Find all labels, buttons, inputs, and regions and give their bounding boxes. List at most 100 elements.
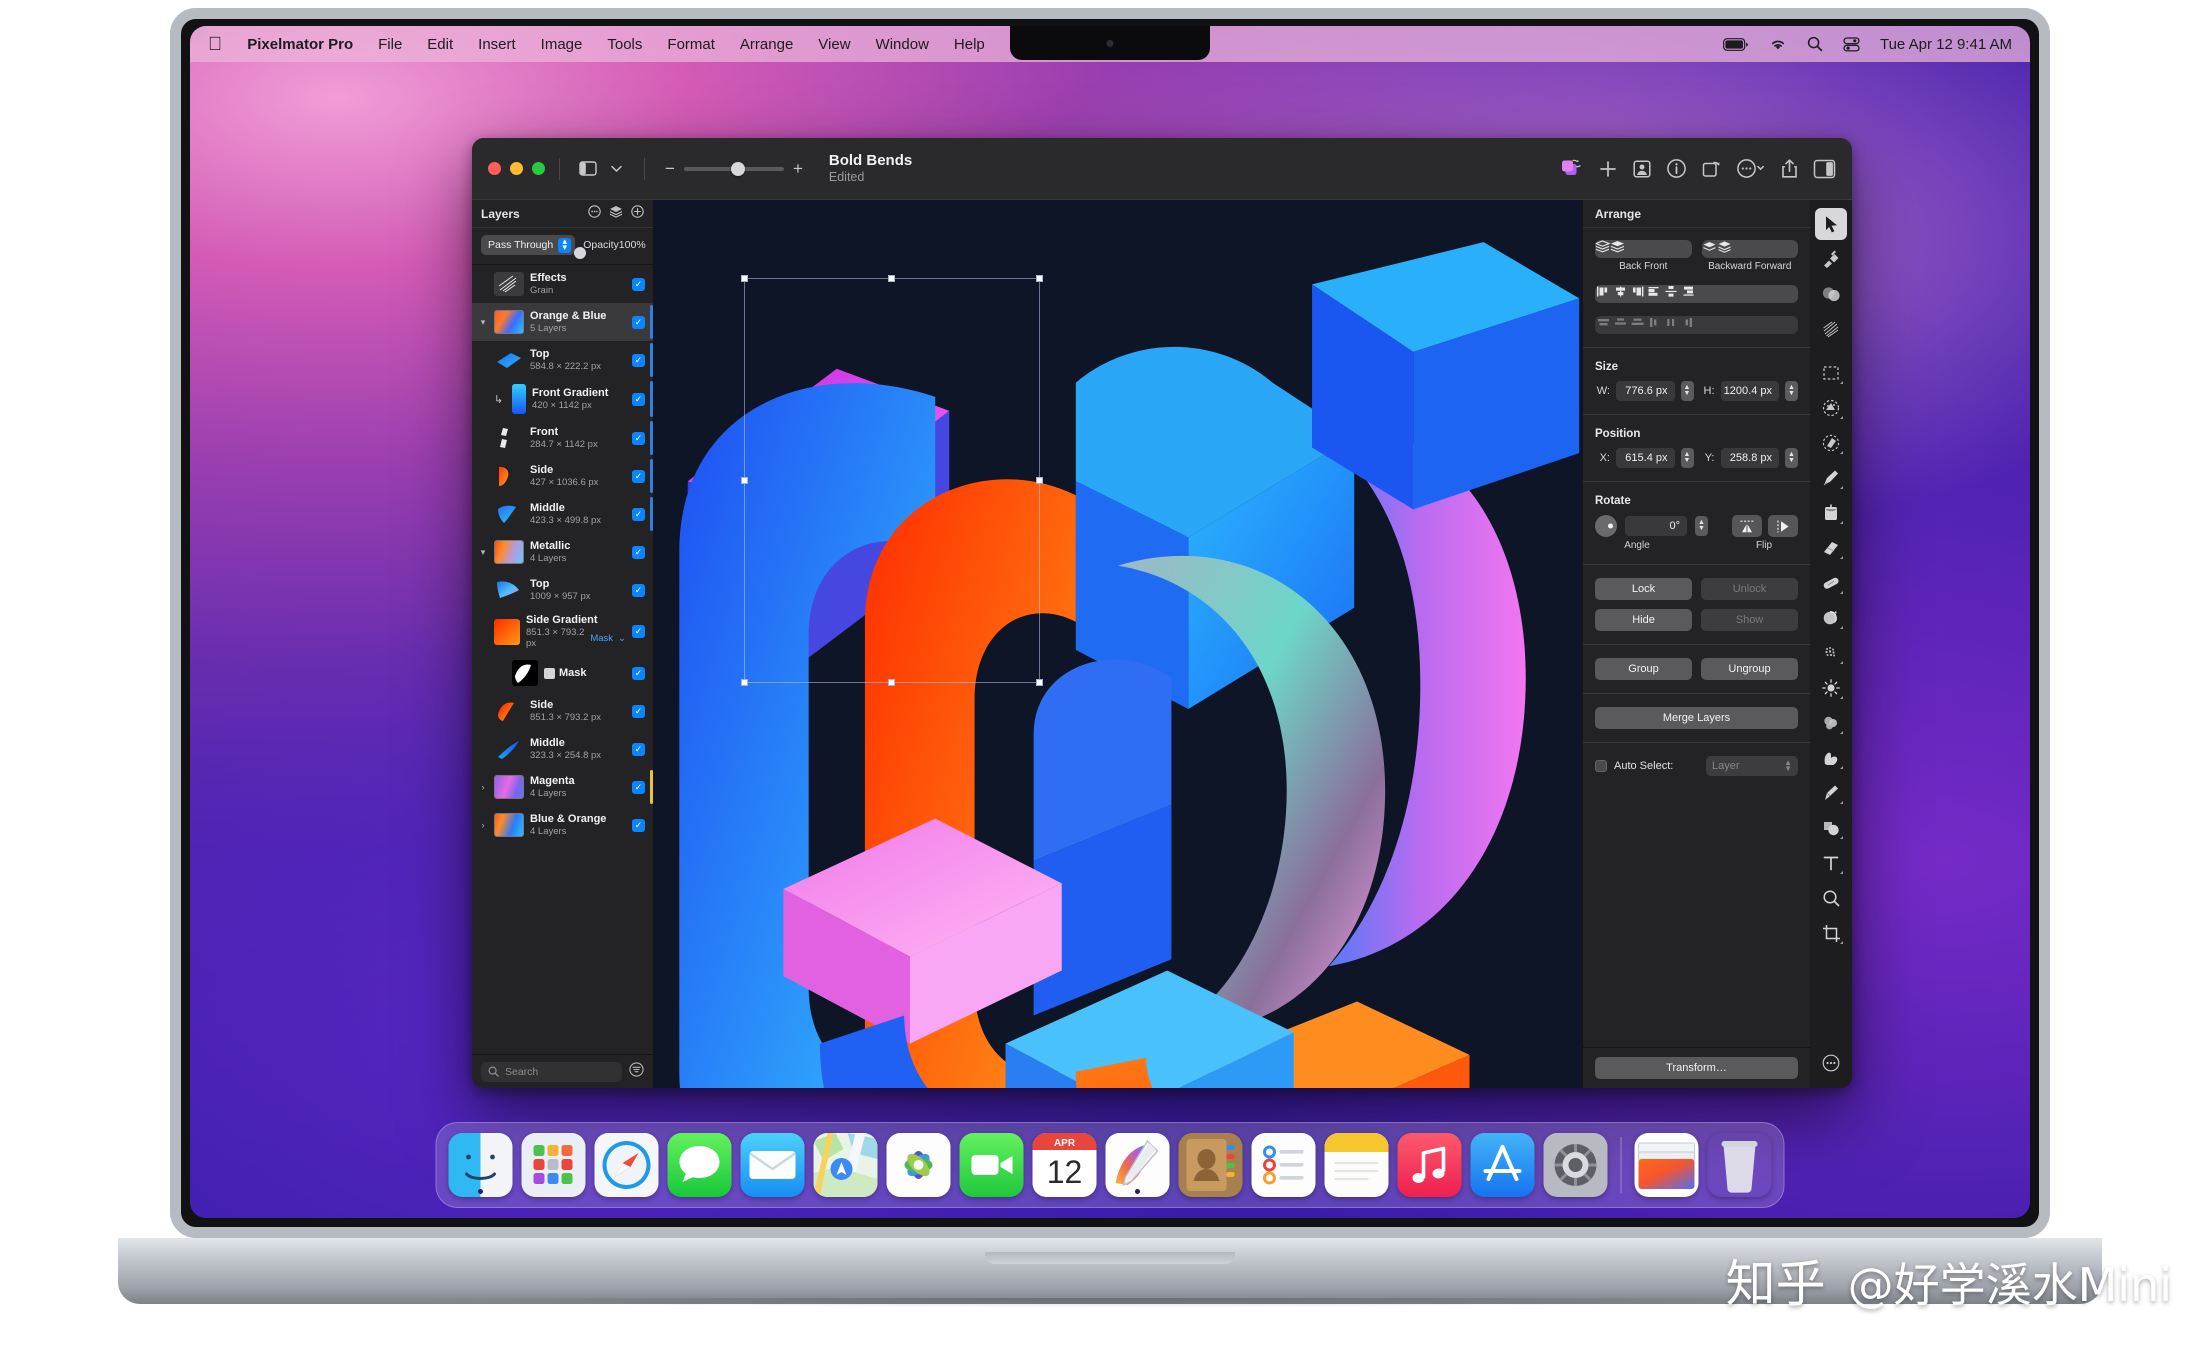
layer-visibility-checkbox[interactable]: ✓ — [632, 431, 645, 445]
unlock-button[interactable]: Unlock — [1701, 578, 1798, 600]
layer-visibility-checkbox[interactable]: ✓ — [632, 818, 645, 832]
blend-mode-popup[interactable]: Pass Through ▲ ▼ — [481, 235, 576, 255]
dock-item-calendar[interactable]: APR 12 — [1032, 1133, 1097, 1197]
angle-input[interactable]: 0° — [1625, 516, 1687, 536]
dock-item-finder[interactable] — [448, 1133, 513, 1197]
table-row[interactable]: › Magenta 4 Layers ✓ — [472, 768, 653, 806]
align-middle-v-icon[interactable] — [1663, 285, 1680, 303]
layer-visibility-checkbox[interactable]: ✓ — [632, 780, 645, 794]
wifi-icon[interactable] — [1769, 37, 1787, 51]
menu-item-view[interactable]: View — [818, 36, 850, 53]
table-row[interactable]: ↳ Front Gradient 420 × 1142 px ✓ — [472, 379, 653, 419]
add-layer-icon[interactable] — [631, 204, 644, 223]
crop-tool[interactable] — [1815, 917, 1847, 949]
layer-visibility-checkbox[interactable]: ✓ — [632, 315, 645, 329]
table-row[interactable]: ▾ Orange & Blue 5 Layers ✓ — [472, 303, 653, 341]
layer-visibility-checkbox[interactable]: ✓ — [632, 704, 645, 718]
table-row[interactable]: Top 1009 × 957 px ✓ — [472, 571, 653, 609]
type-tool[interactable] — [1815, 847, 1847, 879]
dock-item-pixelmator-pro[interactable] — [1105, 1133, 1170, 1197]
color-adjust-tool[interactable] — [1815, 243, 1847, 275]
dock-item-app-store[interactable] — [1470, 1133, 1535, 1197]
dock-item-maps[interactable] — [813, 1133, 878, 1197]
distribute-top-icon[interactable] — [1595, 316, 1612, 334]
transform-button[interactable]: Transform… — [1595, 1057, 1798, 1079]
align-left-icon[interactable] — [1595, 285, 1612, 303]
zoom-tool[interactable] — [1815, 882, 1847, 914]
zoom-out-button[interactable]: − — [665, 159, 675, 179]
rotate-icon[interactable] — [1701, 158, 1722, 179]
chevron-down-icon[interactable] — [602, 156, 630, 182]
menu-app-name[interactable]: Pixelmator Pro — [247, 36, 353, 53]
pen-tool[interactable] — [1815, 777, 1847, 809]
dock-item-trash[interactable] — [1708, 1133, 1772, 1197]
flip-horizontal-icon[interactable] — [1768, 515, 1798, 537]
table-row[interactable]: Front 284.7 × 1142 px ✓ — [472, 419, 653, 457]
dock-item-music[interactable] — [1397, 1133, 1462, 1197]
repair-tool[interactable] — [1815, 567, 1847, 599]
table-row[interactable]: Mask ✓ — [472, 654, 653, 692]
align-top-icon[interactable] — [1646, 285, 1663, 303]
blur-tool[interactable] — [1815, 707, 1847, 739]
dock-item-reminders[interactable] — [1251, 1133, 1316, 1197]
menu-clock[interactable]: Tue Apr 12 9:41 AM — [1880, 36, 2012, 53]
layer-visibility-checkbox[interactable]: ✓ — [632, 277, 645, 291]
x-input[interactable]: 615.4 px — [1616, 448, 1675, 468]
width-input[interactable]: 776.6 px — [1616, 381, 1675, 401]
info-icon[interactable] — [1666, 158, 1687, 179]
paint-brush-tool[interactable] — [1815, 462, 1847, 494]
zoom-slider-group[interactable]: − + — [665, 159, 803, 179]
height-stepper[interactable]: ▲ ▼ — [1785, 381, 1798, 401]
table-row[interactable]: Middle 423.3 × 499.8 px ✓ — [472, 495, 653, 533]
rotate-dial[interactable] — [1595, 515, 1617, 537]
table-row[interactable]: Effects Grain ✓ — [472, 265, 653, 303]
flip-vertical-icon[interactable] — [1732, 515, 1762, 537]
more-tools-icon[interactable] — [1815, 1047, 1847, 1079]
show-button[interactable]: Show — [1701, 609, 1798, 631]
menu-item-tools[interactable]: Tools — [607, 36, 642, 53]
dock-item-contacts[interactable] — [1178, 1133, 1243, 1197]
layer-visibility-checkbox[interactable]: ✓ — [632, 583, 645, 597]
zoom-button[interactable] — [532, 162, 545, 175]
shape-tool[interactable] — [1815, 812, 1847, 844]
bring-to-front-button[interactable] — [1610, 240, 1625, 258]
menu-item-insert[interactable]: Insert — [478, 36, 516, 53]
close-button[interactable] — [488, 162, 501, 175]
menu-item-image[interactable]: Image — [541, 36, 583, 53]
menu-item-edit[interactable]: Edit — [427, 36, 453, 53]
table-row[interactable]: Middle 323.3 × 254.8 px ✓ — [472, 730, 653, 768]
disclosure-icon[interactable]: › — [478, 782, 488, 792]
layer-visibility-checkbox[interactable]: ✓ — [632, 469, 645, 483]
more-options-icon[interactable] — [1736, 158, 1766, 179]
angle-stepper[interactable]: ▲ ▼ — [1695, 516, 1708, 536]
warp-tool[interactable] — [1815, 742, 1847, 774]
mask-dropdown[interactable]: Mask — [590, 633, 613, 644]
hide-button[interactable]: Hide — [1595, 609, 1692, 631]
opacity-slider-knob[interactable] — [574, 246, 587, 259]
auto-select-popup[interactable]: Layer ▲ ▼ — [1706, 756, 1798, 776]
y-input[interactable]: 258.8 px — [1720, 448, 1779, 468]
minimize-button[interactable] — [510, 162, 523, 175]
dock-item-notes[interactable] — [1324, 1133, 1389, 1197]
send-to-back-button[interactable] — [1595, 240, 1611, 258]
dock-item-messages[interactable] — [667, 1133, 732, 1197]
color-blend-tool[interactable] — [1815, 278, 1847, 310]
merge-layers-button[interactable]: Merge Layers — [1595, 707, 1798, 729]
paint-select-tool[interactable] — [1815, 427, 1847, 459]
dock-item-downloads-stack[interactable] — [1634, 1133, 1699, 1197]
search-icon[interactable] — [1807, 36, 1823, 52]
send-backward-button[interactable] — [1702, 240, 1717, 258]
disclosure-icon[interactable]: ▾ — [478, 547, 488, 558]
menu-item-file[interactable]: File — [378, 36, 402, 53]
filter-icon[interactable] — [629, 1061, 644, 1082]
dock-item-system-preferences[interactable] — [1543, 1133, 1608, 1197]
disclosure-icon[interactable]: ▾ — [478, 317, 488, 328]
align-right-icon[interactable] — [1629, 285, 1646, 303]
eraser-tool[interactable] — [1815, 532, 1847, 564]
menu-item-arrange[interactable]: Arrange — [740, 36, 793, 53]
menu-item-help[interactable]: Help — [954, 36, 985, 53]
opacity-control[interactable]: Opacity 100% — [574, 239, 646, 259]
x-stepper[interactable]: ▲ ▼ — [1680, 448, 1694, 468]
height-input[interactable]: 1200.4 px — [1720, 381, 1779, 401]
table-row[interactable]: Side Gradient 851.3 × 793.2 px Mask ⌄ ✓ — [472, 609, 653, 654]
